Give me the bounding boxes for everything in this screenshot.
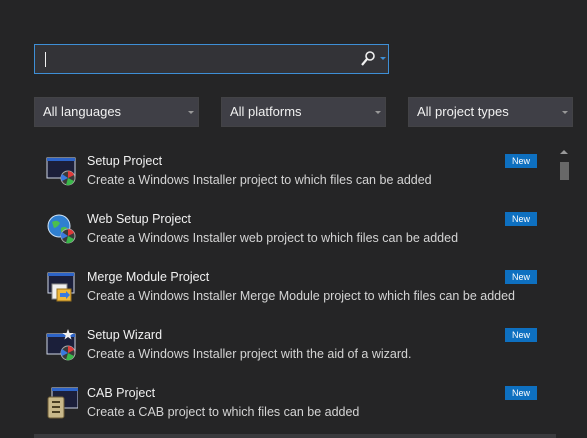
template-item-merge-module-project[interactable]: Merge Module Project Create a Windows In… xyxy=(34,259,554,317)
language-filter[interactable]: All languages xyxy=(34,97,199,127)
template-list-scrollbar[interactable] xyxy=(556,143,572,438)
scroll-up-arrow-icon[interactable] xyxy=(560,150,568,154)
template-title: Merge Module Project xyxy=(87,270,210,284)
template-search-box[interactable] xyxy=(34,44,389,74)
template-title: CAB Project xyxy=(87,386,156,400)
chevron-down-icon xyxy=(188,111,194,114)
scroll-thumb[interactable] xyxy=(560,162,569,180)
template-item-setup-project[interactable]: Setup Project Create a Windows Installer… xyxy=(34,143,554,201)
template-item-web-setup-project[interactable]: Web Setup Project Create a Windows Insta… xyxy=(34,201,554,259)
project-type-filter-value: All project types xyxy=(417,104,509,119)
web-setup-project-icon xyxy=(47,214,76,244)
next-item-edge xyxy=(34,434,556,438)
merge-module-icon xyxy=(47,272,75,302)
cab-project-icon xyxy=(47,387,78,419)
language-filter-value: All languages xyxy=(43,104,122,119)
template-description: Create a Windows Installer project with … xyxy=(87,347,412,361)
chevron-down-icon xyxy=(375,111,381,114)
new-badge: New xyxy=(505,154,537,168)
search-options-dropdown[interactable] xyxy=(378,45,388,73)
template-description: Create a Windows Installer web project t… xyxy=(87,231,459,245)
new-badge: New xyxy=(505,386,537,400)
search-icon[interactable] xyxy=(360,50,376,68)
new-badge: New xyxy=(505,270,537,284)
template-title: Web Setup Project xyxy=(87,212,191,226)
template-title: Setup Project xyxy=(87,154,163,168)
platform-filter-value: All platforms xyxy=(230,104,302,119)
template-item-setup-wizard[interactable]: Setup Wizard Create a Windows Installer … xyxy=(34,317,554,375)
text-cursor xyxy=(45,52,46,67)
template-list: Setup Project Create a Windows Installer… xyxy=(34,143,574,438)
new-badge: New xyxy=(505,328,537,342)
chevron-down-icon xyxy=(562,111,568,114)
template-item-cab-project[interactable]: CAB Project Create a CAB project to whic… xyxy=(34,375,554,433)
platform-filter[interactable]: All platforms xyxy=(221,97,386,127)
project-type-filter[interactable]: All project types xyxy=(408,97,573,127)
template-title: Setup Wizard xyxy=(87,328,163,342)
template-description: Create a Windows Installer project to wh… xyxy=(87,173,432,187)
template-description: Create a Windows Installer Merge Module … xyxy=(87,289,515,303)
setup-project-icon xyxy=(46,157,76,186)
new-badge: New xyxy=(505,212,537,226)
template-description: Create a CAB project to which files can … xyxy=(87,405,360,419)
setup-wizard-icon xyxy=(46,329,76,361)
